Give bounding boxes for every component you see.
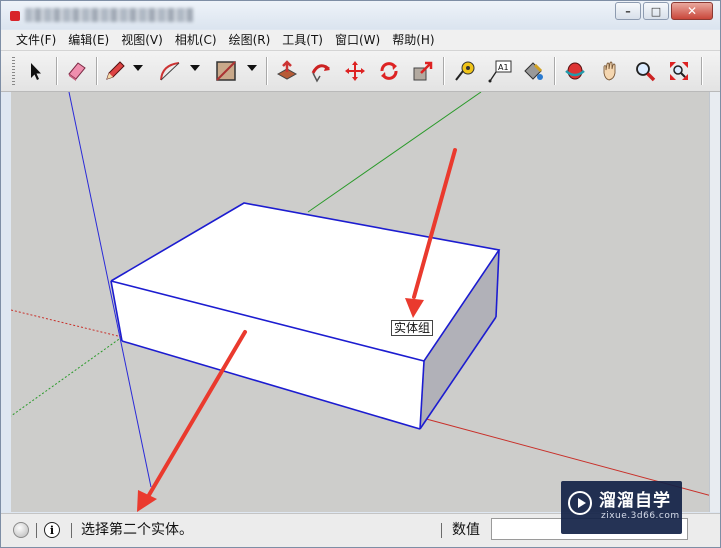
arc-tool-icon[interactable] bbox=[156, 57, 184, 85]
toolbar: A1 bbox=[1, 51, 720, 92]
text-tool-icon[interactable]: A1 bbox=[486, 57, 514, 85]
watermark-title: 溜溜自学 bbox=[599, 491, 671, 511]
close-icon: ✕ bbox=[686, 4, 698, 18]
close-button[interactable]: ✕ bbox=[671, 2, 713, 20]
menu-file[interactable]: 文件(F) bbox=[11, 30, 63, 50]
window-title-blurred bbox=[25, 8, 193, 22]
play-logo-icon bbox=[568, 491, 592, 515]
toolbar-separator bbox=[96, 57, 98, 85]
pencil-line-tool-icon[interactable] bbox=[101, 57, 129, 85]
maximize-button[interactable]: □ bbox=[643, 2, 669, 20]
model-viewport[interactable]: 实体组 bbox=[11, 92, 712, 512]
measurements-label: 数值 bbox=[452, 522, 480, 538]
status-separator bbox=[71, 523, 72, 538]
watermark-subtitle: zixue.3d66.com bbox=[601, 511, 680, 521]
status-separator bbox=[441, 523, 442, 538]
minimize-button[interactable]: – bbox=[615, 2, 641, 20]
toolbar-separator bbox=[56, 57, 58, 85]
toolbar-separator bbox=[701, 57, 703, 85]
status-message: 选择第二个实体。 bbox=[81, 522, 193, 538]
scale-tool-icon[interactable] bbox=[409, 57, 437, 85]
toolbar-grip[interactable] bbox=[12, 57, 15, 85]
window-controls: – □ ✕ bbox=[615, 2, 713, 20]
zoom-extents-tool-icon[interactable] bbox=[665, 57, 693, 85]
watermark: 溜溜自学 zixue.3d66.com bbox=[561, 481, 682, 534]
app-window: – □ ✕ 文件(F) 编辑(E) 视图(V) 相机(C) 绘图(R) 工具(T… bbox=[0, 0, 721, 548]
geolocation-icon[interactable] bbox=[13, 522, 29, 538]
rotate-tool-icon[interactable] bbox=[375, 57, 403, 85]
maximize-icon: □ bbox=[650, 4, 662, 18]
entity-tooltip: 实体组 bbox=[391, 320, 434, 336]
app-icon bbox=[10, 11, 20, 21]
zoom-tool-icon[interactable] bbox=[631, 57, 659, 85]
menu-tools[interactable]: 工具(T) bbox=[277, 30, 330, 50]
menu-camera[interactable]: 相机(C) bbox=[170, 30, 224, 50]
viewport-right-edge bbox=[709, 92, 720, 512]
toolbar-separator bbox=[443, 57, 445, 85]
info-icon[interactable]: i bbox=[44, 522, 60, 538]
menu-window[interactable]: 窗口(W) bbox=[330, 30, 387, 50]
status-separator bbox=[36, 523, 37, 538]
red-axis-dashed-line bbox=[11, 309, 123, 338]
rectangle-tool-icon[interactable] bbox=[212, 57, 240, 85]
chevron-down-icon[interactable] bbox=[133, 65, 143, 71]
chevron-down-icon[interactable] bbox=[247, 65, 257, 71]
menu-draw[interactable]: 绘图(R) bbox=[224, 30, 278, 50]
chevron-down-icon[interactable] bbox=[190, 65, 200, 71]
eraser-tool-icon[interactable] bbox=[63, 57, 91, 85]
tape-measure-tool-icon[interactable] bbox=[451, 57, 479, 85]
toolbar-separator bbox=[266, 57, 268, 85]
push-pull-tool-icon[interactable] bbox=[273, 57, 301, 85]
minimize-icon: – bbox=[625, 4, 631, 18]
menu-edit[interactable]: 编辑(E) bbox=[63, 30, 116, 50]
menu-bar: 文件(F) 编辑(E) 视图(V) 相机(C) 绘图(R) 工具(T) 窗口(W… bbox=[1, 30, 720, 51]
viewport-canvas bbox=[11, 92, 712, 512]
menu-view[interactable]: 视图(V) bbox=[116, 30, 170, 50]
paint-bucket-tool-icon[interactable] bbox=[519, 57, 547, 85]
green-axis-dashed-line bbox=[11, 336, 123, 417]
toolbar-separator bbox=[554, 57, 556, 85]
move-tool-icon[interactable] bbox=[341, 57, 369, 85]
menu-help[interactable]: 帮助(H) bbox=[387, 30, 441, 50]
orbit-tool-icon[interactable] bbox=[561, 57, 589, 85]
follow-me-tool-icon[interactable] bbox=[307, 57, 335, 85]
select-tool-icon[interactable] bbox=[22, 57, 50, 85]
text-tool-badge: A1 bbox=[498, 63, 509, 72]
pan-tool-icon[interactable] bbox=[596, 57, 624, 85]
title-bar: – □ ✕ bbox=[1, 1, 720, 29]
